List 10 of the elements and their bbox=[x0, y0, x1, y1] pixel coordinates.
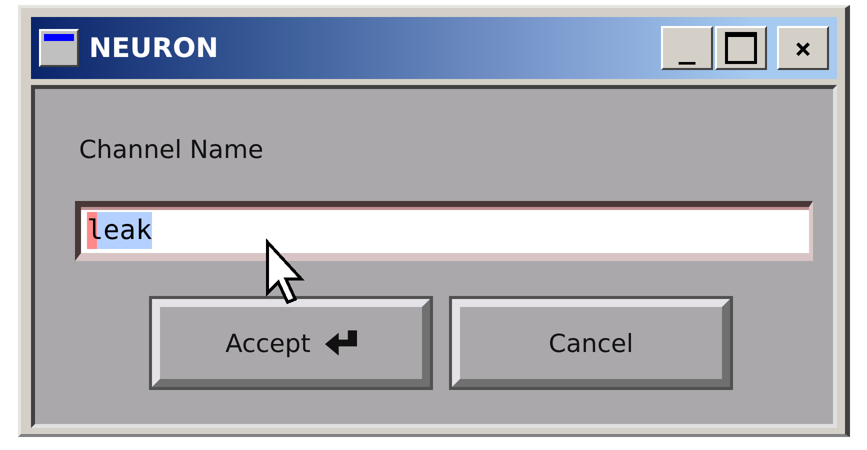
accept-button[interactable]: Accept bbox=[152, 299, 430, 387]
close-button[interactable]: × bbox=[777, 26, 829, 70]
input-field[interactable]: leak bbox=[75, 201, 813, 261]
window-title: NEURON bbox=[89, 32, 220, 64]
field-label: Channel Name bbox=[79, 135, 264, 164]
minimize-button[interactable]: _ bbox=[661, 26, 713, 70]
enter-key-icon bbox=[324, 330, 357, 356]
cancel-button[interactable]: Cancel bbox=[452, 299, 730, 387]
window-icon bbox=[39, 29, 79, 67]
maximize-button[interactable] bbox=[715, 26, 767, 70]
